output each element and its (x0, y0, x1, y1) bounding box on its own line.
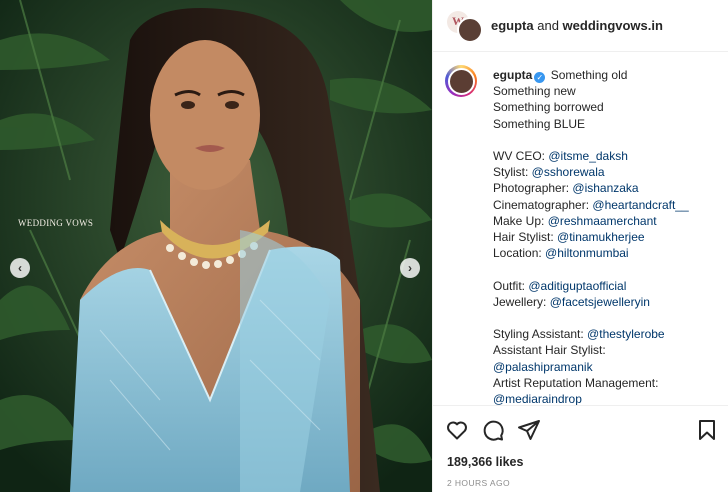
user-avatar (457, 16, 483, 43)
authors-joiner: and (533, 18, 563, 33)
credit-label: Stylist: (493, 165, 532, 180)
caption-first-line: egupta ✓ Something old (493, 67, 723, 83)
caption-credit-line: Hair Stylist: @tinamukherjee (493, 229, 723, 245)
caption-credit-line: Location: @hiltonmumbai (493, 245, 723, 261)
mention-link[interactable]: @facetsjewelleryin (550, 295, 650, 309)
mention-link[interactable]: @aditiguptaofficial (528, 279, 626, 293)
caption-avatar[interactable] (445, 65, 477, 97)
instagram-post: WEDDING VOWS ‹ › W egupta and weddingvow… (0, 0, 728, 492)
caption-credit-line: Jewellery: @facetsjewelleryin (493, 294, 723, 310)
credit-label: Make Up: (493, 213, 548, 228)
caption-username-link[interactable]: egupta (493, 68, 532, 82)
chevron-left-icon: ‹ (18, 261, 22, 275)
portrait-image (0, 0, 432, 492)
caption-scroll-area[interactable]: egupta ✓ Something old Something new Somet… (433, 53, 728, 405)
post-photo[interactable]: WEDDING VOWS ‹ › (0, 0, 432, 492)
mention-link[interactable]: @sshorewala (532, 165, 605, 179)
action-bar (433, 405, 728, 452)
author-username-link[interactable]: egupta (491, 18, 534, 33)
credit-label: Styling Assistant: (493, 327, 588, 342)
bookmark-icon[interactable] (695, 418, 719, 442)
caption-credit-line: Cinematographer: @heartandcraft__ (493, 197, 723, 213)
caption-avatar-image (447, 67, 475, 95)
caption-line: Artist Reputation Management: (493, 375, 659, 390)
heart-icon[interactable] (445, 418, 469, 442)
caption-line: Something borrowed (493, 100, 604, 115)
caption-credit-line: Outfit: @aditiguptaofficial (493, 278, 723, 294)
credit-label: Location: (493, 246, 546, 261)
caption-credit-line: Stylist: @sshorewala (493, 164, 723, 180)
caption-credit-line: @mediaraindrop (493, 391, 723, 405)
caption-line: Something new (493, 84, 576, 99)
caption-credit-line: Photographer: @ishanzaka (493, 180, 723, 196)
mention-link[interactable]: @itsme_daksh (548, 149, 628, 163)
comment-icon[interactable] (481, 418, 505, 442)
caption-line: Assistant Hair Stylist: (493, 343, 606, 358)
mention-link[interactable]: @heartandcraft__ (592, 198, 688, 212)
mention-link[interactable]: @palashipramanik (493, 360, 593, 374)
caption-credit-line: Styling Assistant: @thestylerobe (493, 326, 723, 342)
likes-count[interactable]: 189,366 likes (447, 455, 523, 469)
mention-link[interactable]: @hiltonmumbai (545, 246, 629, 260)
caption-credit-line: WV CEO: @itsme_daksh (493, 148, 723, 164)
post-authors: egupta and weddingvows.in (491, 18, 663, 33)
share-icon[interactable] (517, 418, 541, 442)
photo-watermark: WEDDING VOWS (18, 218, 94, 228)
credit-label: Photographer: (493, 181, 573, 196)
mention-link[interactable]: @tinamukherjee (557, 230, 645, 244)
post-timestamp[interactable]: 2 HOURS AGO (447, 478, 510, 488)
collab-avatars[interactable]: W (447, 10, 483, 43)
credit-label: Hair Stylist: (493, 230, 558, 245)
mention-link[interactable]: @thestylerobe (587, 327, 665, 341)
credit-label: Cinematographer: (493, 197, 593, 212)
collab-username-link[interactable]: weddingvows.in (563, 18, 663, 33)
caption-credit-line: @palashipramanik (493, 359, 723, 375)
post-side-panel: W egupta and weddingvows.in egupta ✓ Some… (432, 0, 728, 492)
credit-label: WV CEO: (493, 149, 549, 163)
caption-line-0: Something old (550, 68, 628, 82)
credit-label: Jewellery: (493, 294, 550, 309)
mention-link[interactable]: @ishanzaka (572, 181, 638, 195)
next-photo-button[interactable]: › (400, 258, 420, 278)
previous-photo-button[interactable]: ‹ (10, 258, 30, 278)
chevron-right-icon: › (408, 261, 412, 275)
caption-credit-line: Make Up: @reshmaamerchant (493, 213, 723, 229)
caption-text: egupta ✓ Something old Something new Somet… (493, 67, 723, 405)
post-header: W egupta and weddingvows.in (433, 0, 728, 52)
verified-badge-icon: ✓ (534, 72, 546, 83)
mention-link[interactable]: @mediaraindrop (493, 392, 582, 405)
caption-line: Something BLUE (493, 116, 586, 131)
credit-label: Outfit: (493, 278, 529, 293)
mention-link[interactable]: @reshmaamerchant (548, 214, 657, 228)
